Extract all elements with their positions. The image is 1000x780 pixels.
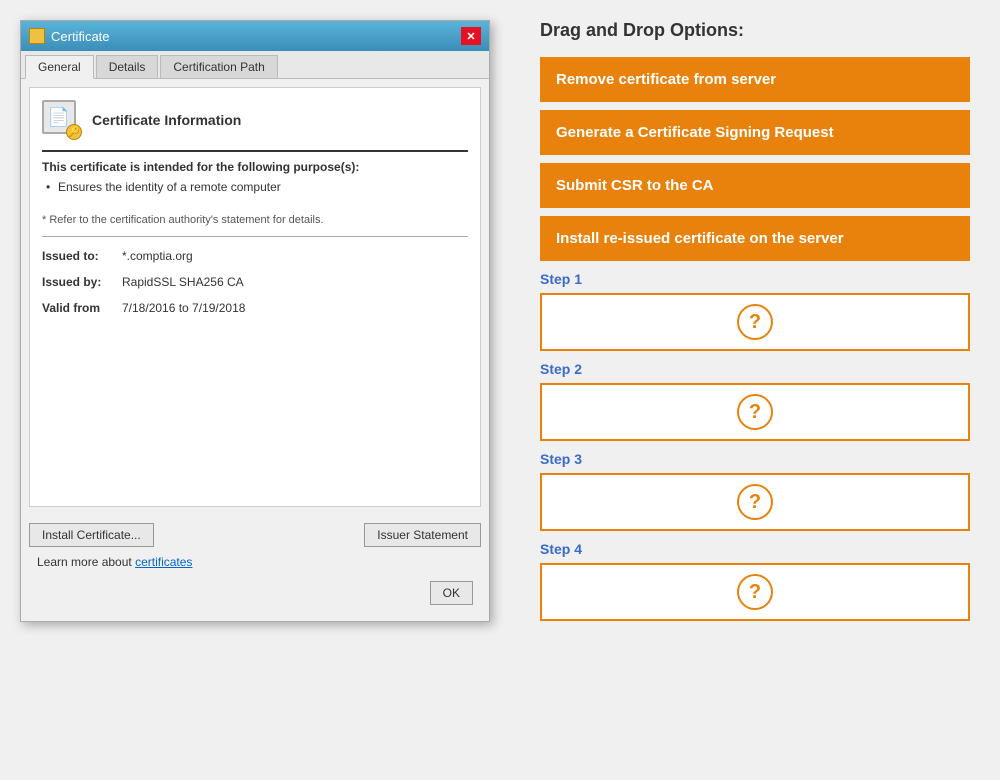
cert-field-label-issued-to: Issued to: [42, 249, 122, 263]
cert-field-valid-from: Valid from 7/18/2016 to 7/19/2018 [42, 301, 468, 315]
step-3-label: Step 3 [540, 451, 970, 467]
issuer-statement-button[interactable]: Issuer Statement [364, 523, 481, 547]
cert-purpose-item: Ensures the identity of a remote compute… [42, 180, 468, 194]
cert-field-issued-to: Issued to: *.comptia.org [42, 249, 468, 263]
step-3-question-icon: ? [737, 484, 773, 520]
step-1-dropzone[interactable]: ? [540, 293, 970, 351]
dialog-titlebar: Certificate ✕ [21, 21, 489, 51]
step-4-dropzone[interactable]: ? [540, 563, 970, 621]
cert-link-row: Learn more about certificates [29, 555, 481, 577]
dnd-title: Drag and Drop Options: [540, 20, 970, 41]
cert-field-value-issued-by: RapidSSL SHA256 CA [122, 275, 244, 289]
certificates-link[interactable]: certificates [135, 555, 192, 569]
step-1-question-icon: ? [737, 304, 773, 340]
cert-info-header: 📄 🔑 Certificate Information [42, 100, 468, 140]
option-generate-csr[interactable]: Generate a Certificate Signing Request [540, 110, 970, 155]
certificate-dialog: Certificate ✕ General Details Certificat… [20, 20, 490, 622]
step-2-question-icon: ? [737, 394, 773, 430]
step-2-dropzone[interactable]: ? [540, 383, 970, 441]
cert-field-value-valid-from: 7/18/2016 to 7/19/2018 [122, 301, 245, 315]
cert-field-issued-by: Issued by: RapidSSL SHA256 CA [42, 275, 468, 289]
left-panel: Certificate ✕ General Details Certificat… [0, 0, 510, 780]
tab-general[interactable]: General [25, 55, 94, 79]
tabs-bar: General Details Certification Path [21, 51, 489, 79]
cert-purpose-title: This certificate is intended for the fol… [42, 160, 468, 174]
step-1-label: Step 1 [540, 271, 970, 287]
ok-button[interactable]: OK [430, 581, 473, 605]
ok-btn-row: OK [29, 577, 481, 613]
option-submit-csr[interactable]: Submit CSR to the CA [540, 163, 970, 208]
close-button[interactable]: ✕ [461, 27, 481, 45]
dialog-footer: Install Certificate... Issuer Statement … [21, 515, 489, 621]
cert-badge: 🔑 [66, 124, 82, 140]
cert-field-label-issued-by: Issued by: [42, 275, 122, 289]
option-remove-cert[interactable]: Remove certificate from server [540, 57, 970, 102]
step-4-label: Step 4 [540, 541, 970, 557]
cert-authority-note: * Refer to the certification authority's… [42, 214, 468, 226]
install-certificate-button[interactable]: Install Certificate... [29, 523, 154, 547]
step-2-label: Step 2 [540, 361, 970, 377]
tab-details[interactable]: Details [96, 55, 159, 78]
dialog-title: Certificate [51, 29, 110, 44]
option-install-reissued[interactable]: Install re-issued certificate on the ser… [540, 216, 970, 261]
cert-icon: 📄 🔑 [42, 100, 82, 140]
step-4-question-icon: ? [737, 574, 773, 610]
title-icon [29, 28, 45, 44]
right-panel: Drag and Drop Options: Remove certificat… [510, 0, 1000, 780]
cert-info-title: Certificate Information [92, 112, 241, 128]
cert-divider [42, 236, 468, 237]
step-3-dropzone[interactable]: ? [540, 473, 970, 531]
dialog-body: 📄 🔑 Certificate Information This certifi… [29, 87, 481, 507]
tab-certification-path[interactable]: Certification Path [160, 55, 277, 78]
footer-buttons-row: Install Certificate... Issuer Statement [29, 523, 481, 547]
cert-field-label-valid-from: Valid from [42, 301, 122, 315]
cert-purpose-section: This certificate is intended for the fol… [42, 150, 468, 194]
cert-link-text: Learn more about [37, 555, 132, 569]
cert-field-value-issued-to: *.comptia.org [122, 249, 193, 263]
